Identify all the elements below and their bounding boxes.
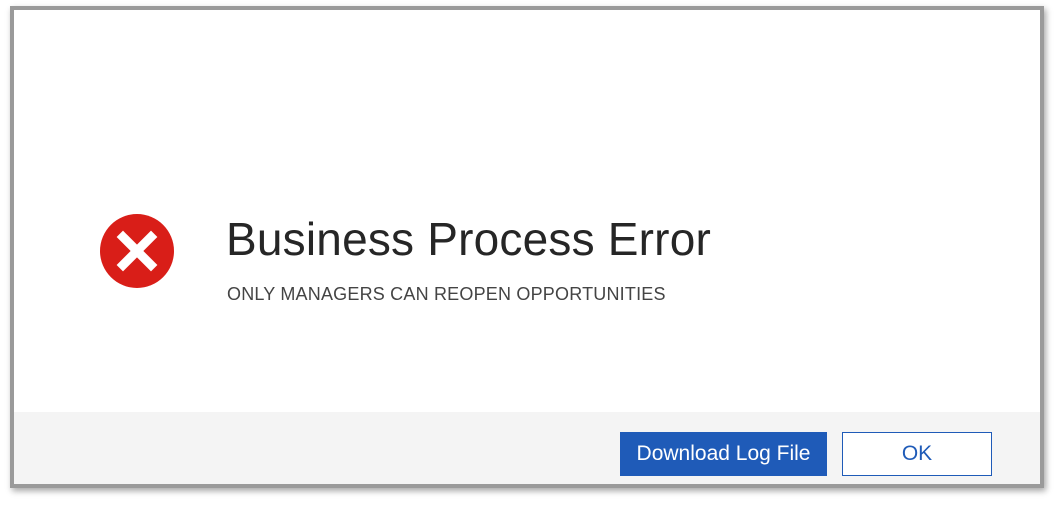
ok-button[interactable]: OK	[842, 432, 992, 476]
dialog-content: Business Process Error ONLY MANAGERS CAN…	[14, 10, 1040, 412]
error-circle-x-icon	[98, 212, 176, 290]
error-dialog: Business Process Error ONLY MANAGERS CAN…	[10, 6, 1044, 488]
download-log-file-button[interactable]: Download Log File	[620, 432, 827, 476]
dialog-footer: Download Log File OK	[14, 412, 1040, 484]
dialog-title: Business Process Error	[226, 213, 711, 265]
error-message: ONLY MANAGERS CAN REOPEN OPPORTUNITIES	[227, 284, 666, 304]
